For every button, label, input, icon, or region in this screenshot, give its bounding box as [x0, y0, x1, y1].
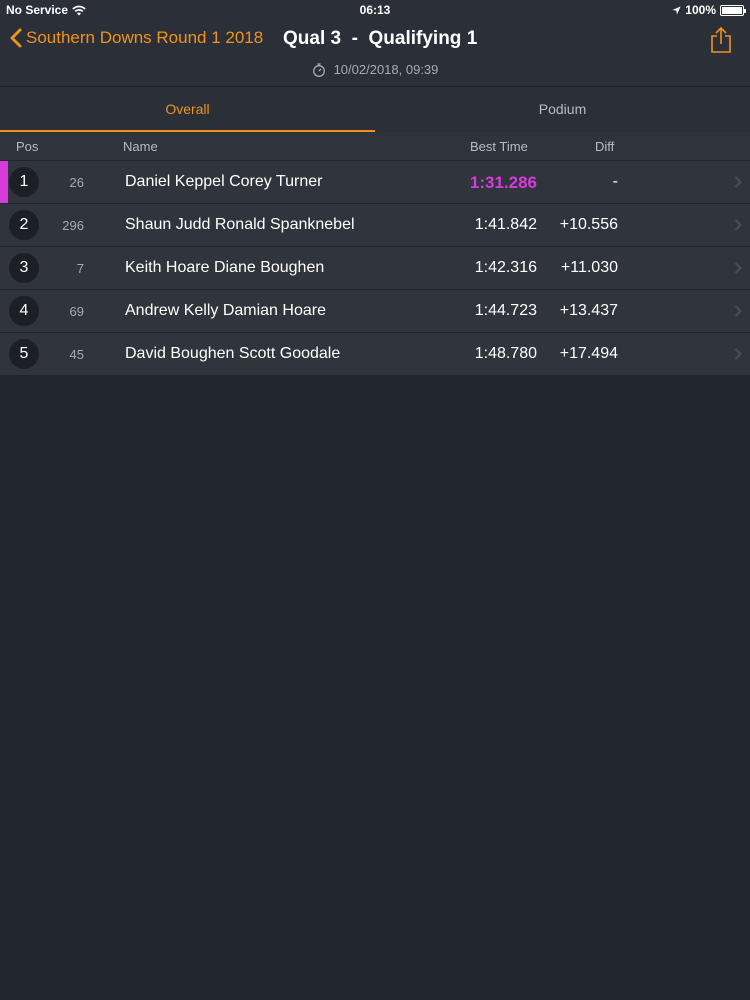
battery-percent: 100% — [685, 3, 716, 17]
status-time: 06:13 — [359, 3, 391, 17]
car-number: 26 — [69, 175, 84, 190]
position-badge: 1 — [9, 167, 39, 197]
position-badge: 5 — [9, 339, 39, 369]
column-name: Name — [123, 139, 158, 154]
tab-overall[interactable]: Overall — [0, 87, 375, 132]
best-time: 1:48.780 — [474, 345, 537, 362]
stopwatch-icon — [312, 62, 325, 77]
back-button[interactable]: Southern Downs Round 1 2018 — [10, 28, 263, 48]
car-number: 296 — [62, 218, 84, 233]
position-badge: 4 — [9, 296, 39, 326]
chevron-right-icon — [734, 176, 742, 188]
fastest-marker — [0, 161, 8, 203]
table-row[interactable]: 5 45 David Boughen Scott Goodale 1:48.78… — [0, 333, 750, 376]
time-diff: +17.494 — [559, 345, 618, 362]
session-datetime: 10/02/2018, 09:39 — [0, 62, 750, 77]
column-diff: Diff — [595, 139, 615, 154]
location-arrow-icon — [672, 5, 681, 15]
driver-names: David Boughen Scott Goodale — [125, 345, 341, 362]
battery-icon — [720, 4, 746, 16]
chevron-right-icon — [734, 348, 742, 360]
table-row[interactable]: 2 296 Shaun Judd Ronald Spanknebel 1:41.… — [0, 204, 750, 247]
segment-tabs: Overall Podium — [0, 87, 750, 132]
back-label: Southern Downs Round 1 2018 — [26, 28, 264, 47]
table-row[interactable]: 3 7 Keith Hoare Diane Boughen 1:42.316 +… — [0, 247, 750, 290]
time-diff: - — [612, 173, 618, 190]
chevron-right-icon — [734, 262, 742, 274]
time-diff: +10.556 — [559, 216, 618, 233]
car-number: 7 — [76, 261, 84, 276]
chevron-left-icon — [10, 28, 22, 48]
share-button[interactable] — [710, 26, 732, 59]
driver-names: Daniel Keppel Corey Turner — [125, 173, 323, 190]
best-time: 1:31.286 — [469, 173, 537, 192]
column-pos: Pos — [16, 139, 39, 154]
table-row[interactable]: 1 26 Daniel Keppel Corey Turner 1:31.286… — [0, 161, 750, 204]
datetime-label: 10/02/2018, 09:39 — [333, 62, 439, 77]
chevron-right-icon — [734, 305, 742, 317]
best-time: 1:44.723 — [474, 302, 537, 319]
tab-podium[interactable]: Podium — [375, 87, 750, 132]
table-header: Pos Name Best Time Diff — [0, 132, 750, 160]
share-icon — [711, 26, 731, 53]
column-best-time: Best Time — [470, 139, 528, 154]
time-diff: +11.030 — [560, 259, 618, 276]
status-bar: No Service 06:13 100% — [0, 0, 750, 20]
position-badge: 2 — [9, 210, 39, 240]
best-time: 1:41.842 — [474, 216, 537, 233]
results-table: 1 26 Daniel Keppel Corey Turner 1:31.286… — [0, 161, 750, 376]
navigation-bar: Southern Downs Round 1 2018 Qual 3 - Qua… — [0, 20, 750, 87]
driver-names: Keith Hoare Diane Boughen — [125, 259, 325, 276]
car-number: 69 — [69, 304, 84, 319]
chevron-right-icon — [734, 219, 742, 231]
driver-names: Shaun Judd Ronald Spanknebel — [125, 216, 355, 233]
position-badge: 3 — [9, 253, 39, 283]
time-diff: +13.437 — [559, 302, 618, 319]
page-title: Qual 3 - Qualifying 1 — [283, 28, 478, 49]
table-row[interactable]: 4 69 Andrew Kelly Damian Hoare 1:44.723 … — [0, 290, 750, 333]
car-number: 45 — [69, 347, 84, 362]
status-right: 100% — [672, 3, 746, 17]
best-time: 1:42.316 — [474, 259, 537, 276]
driver-names: Andrew Kelly Damian Hoare — [125, 302, 326, 319]
